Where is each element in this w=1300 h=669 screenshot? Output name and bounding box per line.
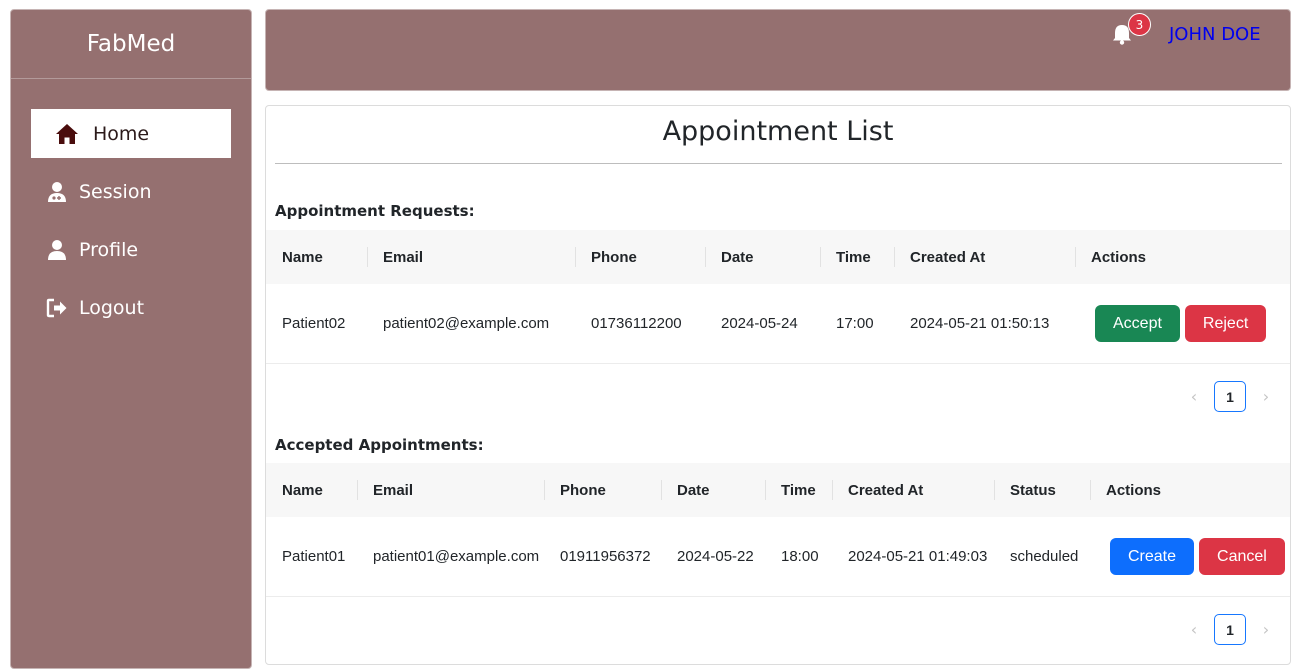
cell-time: 18:00 (781, 547, 819, 565)
column-header: Date (661, 463, 765, 517)
sidebar-item-label: Session (79, 180, 152, 203)
cell-created-at: 2024-05-21 01:50:13 (910, 314, 1050, 332)
cell-actions: Create Cancel (1090, 517, 1290, 596)
cancel-button[interactable]: Cancel (1199, 537, 1285, 575)
sidebar-item-label: Logout (79, 296, 145, 319)
cell-actions: Accept Reject (1075, 284, 1290, 363)
cell-name: Patient01 (282, 547, 346, 565)
accepted-section-title: Accepted Appointments: (275, 436, 484, 454)
table-row: Patient01 patient01@example.com 01911956… (266, 517, 1290, 596)
home-icon (55, 122, 79, 146)
column-header: Actions (1090, 463, 1290, 517)
cell-email: patient01@example.com (373, 547, 540, 565)
cell-date: 2024-05-24 (721, 314, 798, 332)
sidebar: FabMed Home Session Profile Logout (10, 9, 252, 669)
column-header: Name (282, 248, 323, 266)
requests-table: Name Email Phone Date Time Created At Ac… (266, 230, 1290, 364)
prev-page-icon[interactable]: ‹ (1182, 620, 1206, 639)
sidebar-item-profile[interactable]: Profile (31, 225, 231, 274)
user-icon (45, 238, 69, 262)
next-page-icon[interactable]: › (1254, 387, 1278, 406)
cell-time: 17:00 (836, 314, 874, 332)
cell-status: scheduled (1010, 547, 1079, 565)
table-header-row: Name Email Phone Date Time Created At Ac… (266, 230, 1290, 284)
page-title: Appointment List (662, 116, 894, 147)
column-header: Name (282, 481, 323, 499)
column-header: Email (367, 230, 575, 284)
sidebar-item-session[interactable]: Session (31, 167, 231, 216)
accepted-table: Name Email Phone Date Time Created At St… (266, 463, 1290, 597)
next-page-icon[interactable]: › (1254, 620, 1278, 639)
prev-page-icon[interactable]: ‹ (1182, 387, 1206, 406)
requests-section-title: Appointment Requests: (275, 202, 475, 220)
cell-email: patient02@example.com (383, 314, 550, 332)
cell-name: Patient02 (282, 314, 346, 332)
sidebar-item-home[interactable]: Home (31, 109, 231, 158)
user-name-link[interactable]: JOHN DOE (1169, 24, 1261, 45)
column-header: Phone (544, 463, 661, 517)
column-header: Created At (894, 230, 1075, 284)
column-header: Created At (832, 463, 994, 517)
table-row: Patient02 patient02@example.com 01736112… (266, 284, 1290, 363)
requests-pagination: ‹ 1 › (1182, 381, 1278, 412)
cell-created-at: 2024-05-21 01:49:03 (848, 547, 988, 565)
sidebar-item-logout[interactable]: Logout (31, 283, 231, 332)
reject-button[interactable]: Reject (1184, 304, 1267, 342)
logout-icon (45, 296, 69, 320)
main-content: Appointment List Appointment Requests: N… (265, 105, 1291, 665)
accepted-pagination: ‹ 1 › (1182, 614, 1278, 645)
page-button[interactable]: 1 (1214, 381, 1246, 412)
accept-button[interactable]: Accept (1095, 304, 1180, 342)
sidebar-nav: Home Session Profile Logout (31, 109, 231, 332)
column-header: Time (765, 463, 832, 517)
title-divider (275, 163, 1282, 164)
sidebar-item-label: Home (93, 122, 150, 145)
cell-date: 2024-05-22 (677, 547, 754, 565)
column-header: Actions (1075, 230, 1290, 284)
column-header: Phone (575, 230, 705, 284)
doctor-icon (45, 180, 69, 204)
brand-logo[interactable]: FabMed (11, 10, 251, 79)
cell-phone: 01736112200 (591, 314, 682, 332)
table-header-row: Name Email Phone Date Time Created At St… (266, 463, 1290, 517)
top-bar: 3 JOHN DOE (265, 9, 1291, 91)
sidebar-item-label: Profile (79, 238, 139, 261)
column-header: Date (705, 230, 820, 284)
column-header: Status (994, 463, 1090, 517)
page-button[interactable]: 1 (1214, 614, 1246, 645)
column-header: Email (357, 463, 544, 517)
column-header: Time (820, 230, 894, 284)
create-button[interactable]: Create (1110, 537, 1195, 575)
notification-badge: 3 (1128, 13, 1151, 36)
cell-phone: 01911956372 (560, 547, 651, 565)
